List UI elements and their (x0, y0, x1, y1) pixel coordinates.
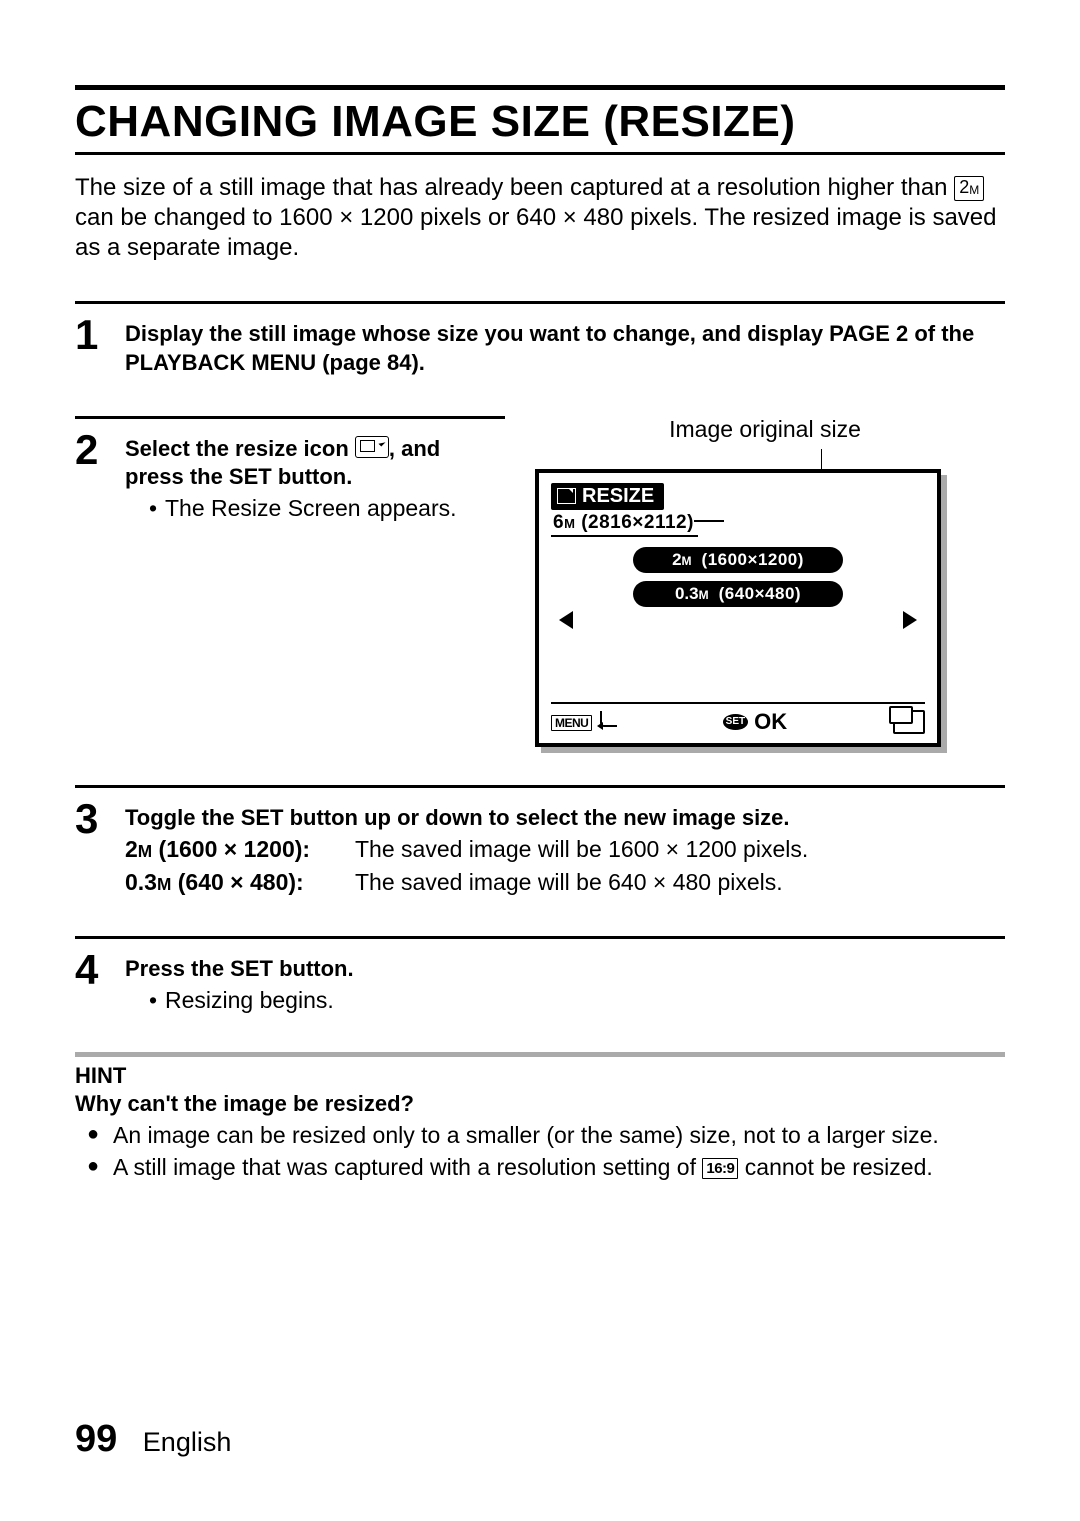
hint-question: Why can't the image be resized? (75, 1091, 1005, 1117)
hint-title: HINT (75, 1063, 1005, 1089)
hint-block: HINT Why can't the image be resized? ● A… (75, 1052, 1005, 1183)
ratio-16-9-icon: 16:9 (702, 1158, 738, 1180)
hint-item-2: A still image that was captured with a r… (113, 1153, 933, 1183)
leader-line (694, 520, 724, 522)
page-footer: 99 English (75, 1418, 231, 1461)
ok-label: OK (754, 709, 787, 735)
frame-indicator-icon (893, 710, 925, 734)
step-1: 1 Display the still image whose size you… (75, 304, 1005, 377)
step-2-number: 2 (75, 429, 125, 524)
language-label: English (143, 1427, 232, 1457)
hint-bullet-icon: ● (87, 1153, 113, 1183)
step-3-number: 3 (75, 798, 125, 899)
option-03m-pill: 0.3M(640×480) (633, 581, 843, 607)
page-title: CHANGING IMAGE SIZE (RESIZE) (75, 85, 1005, 155)
right-arrow-icon (903, 611, 917, 629)
step-3-heading: Toggle the SET button up or down to sele… (125, 804, 1005, 833)
def-term-2m: 2M (1600 × 1200): (125, 834, 355, 865)
option-2m-pill: 2M(1600×1200) (633, 547, 843, 573)
page-number: 99 (75, 1418, 117, 1460)
figure-caption: Image original size (575, 416, 955, 443)
set-ok: SET OK (723, 709, 787, 735)
def-desc-2m: The saved image will be 1600 × 1200 pixe… (355, 834, 808, 865)
step-1-heading: Display the still image whose size you w… (125, 320, 1005, 377)
step-4-heading: Press the SET button. (125, 955, 1005, 984)
step-2-sub: The Resize Screen appears. (165, 494, 457, 524)
resize-tab: RESIZE (551, 483, 664, 510)
menu-label: MENU (551, 715, 592, 731)
step-1-number: 1 (75, 314, 125, 377)
intro-text-1: The size of a still image that has alrea… (75, 174, 954, 201)
resize-screen-figure: Image original size RESIZE 6M (2816×2112… (535, 416, 955, 747)
step-4: 4 Press the SET button. • Resizing begin… (75, 939, 1005, 1015)
original-size-row: 6M (2816×2112) (551, 512, 698, 537)
set-badge-icon: SET (723, 714, 748, 730)
intro-paragraph: The size of a still image that has alrea… (75, 173, 1005, 263)
menu-return: MENU (551, 711, 617, 732)
step-4-number: 4 (75, 949, 125, 1015)
hint-bullet-icon: ● (87, 1121, 113, 1151)
left-arrow-icon (559, 611, 573, 629)
def-term-03m: 0.3M (640 × 480): (125, 867, 355, 898)
bullet-dot: • (149, 494, 165, 524)
screen-bottom-bar: MENU SET OK (551, 702, 925, 735)
def-desc-03m: The saved image will be 640 × 480 pixels… (355, 867, 783, 898)
resolution-2m-icon: 2M (954, 176, 984, 201)
bullet-dot: • (149, 986, 165, 1016)
step-2: 2 Select the resize icon , and press the… (75, 416, 505, 524)
hint-item-1: An image can be resized only to a smalle… (113, 1121, 939, 1151)
camera-screen: RESIZE 6M (2816×2112) 2M(1600×1200) (535, 469, 941, 747)
step-3: 3 Toggle the SET button up or down to se… (75, 788, 1005, 899)
step-2-heading: Select the resize icon , and press the S… (125, 435, 505, 492)
return-arrow-icon (600, 711, 617, 727)
step-4-sub: Resizing begins. (165, 986, 334, 1016)
resize-icon (355, 436, 389, 458)
resize-tab-icon (557, 488, 576, 504)
intro-text-2: can be changed to 1600 × 1200 pixels or … (75, 204, 997, 261)
